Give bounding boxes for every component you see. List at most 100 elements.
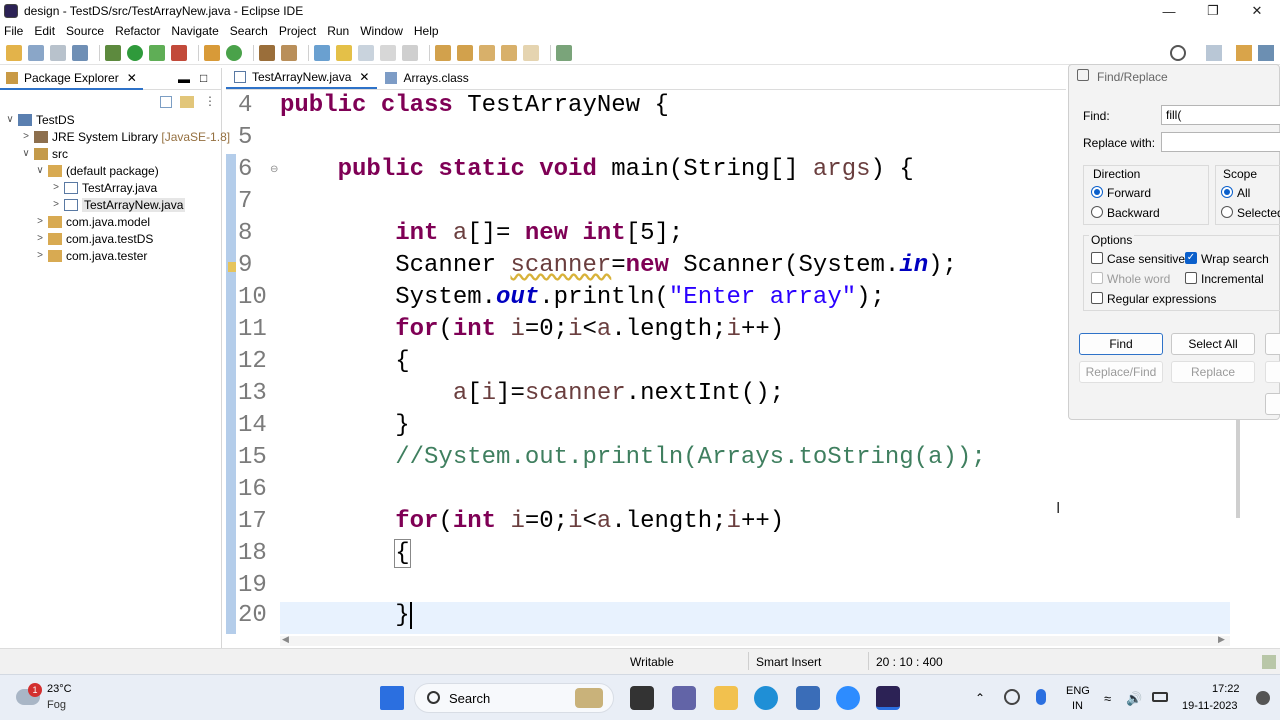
- scroll-left-icon[interactable]: ◀: [282, 634, 289, 645]
- replace-all-button[interactable]: [1265, 333, 1280, 355]
- terminal-icon[interactable]: [72, 44, 88, 61]
- tree-item-src[interactable]: ∨ src: [20, 145, 68, 162]
- close-icon[interactable]: ✕: [359, 70, 369, 84]
- replace-input[interactable]: [1161, 132, 1280, 152]
- last-edit-icon[interactable]: [479, 44, 495, 61]
- select-all-button[interactable]: Select All: [1171, 333, 1255, 355]
- incremental-checkbox[interactable]: [1185, 272, 1197, 284]
- external-tools-icon[interactable]: [171, 44, 187, 61]
- forward-radio[interactable]: [1091, 186, 1103, 198]
- wifi-icon[interactable]: ≈: [1104, 691, 1111, 706]
- whole-word-label[interactable]: Whole word: [1107, 272, 1170, 286]
- clock-date[interactable]: 19-11-2023: [1182, 700, 1237, 712]
- weather-desc[interactable]: Fog: [47, 699, 66, 711]
- scroll-right-icon[interactable]: ▶: [1218, 634, 1225, 645]
- sync-icon[interactable]: [1004, 689, 1020, 705]
- highlight-icon[interactable]: [336, 44, 352, 61]
- backward-radio[interactable]: [1091, 206, 1103, 218]
- paragraph-icon[interactable]: [402, 44, 418, 61]
- previous-annotation-icon[interactable]: [457, 44, 473, 61]
- tree-item-testds[interactable]: ∨ TestDS: [4, 111, 74, 128]
- horizontal-scrollbar[interactable]: ◀ ▶: [280, 634, 1230, 646]
- link-with-editor-icon[interactable]: [180, 96, 194, 108]
- new-java-class-icon[interactable]: [226, 44, 242, 61]
- new-java-package-icon[interactable]: [204, 44, 220, 61]
- close-icon[interactable]: ✕: [127, 71, 137, 85]
- replace-button[interactable]: Replace: [1171, 361, 1255, 383]
- java-perspective-icon[interactable]: [1236, 45, 1252, 61]
- coverage-icon[interactable]: [149, 44, 165, 61]
- scope-selected-label[interactable]: Selected: [1237, 206, 1280, 220]
- case-sensitive-label[interactable]: Case sensitive: [1107, 252, 1185, 266]
- case-sensitive-checkbox[interactable]: [1091, 252, 1103, 264]
- wrap-search-label[interactable]: Wrap search: [1201, 252, 1269, 266]
- replace-more-button[interactable]: [1265, 361, 1280, 383]
- tree-item-com-java-testds[interactable]: > com.java.testDS: [34, 230, 153, 247]
- close-button[interactable]: ✕: [1234, 0, 1280, 22]
- menu-run[interactable]: Run: [327, 24, 349, 38]
- scope-selected-radio[interactable]: [1221, 206, 1233, 218]
- edge-icon[interactable]: [754, 686, 778, 710]
- tree-item-com-java-model[interactable]: > com.java.model: [34, 213, 150, 230]
- menu-search[interactable]: Search: [230, 24, 268, 38]
- teams-icon[interactable]: [672, 686, 696, 710]
- collapse-all-icon[interactable]: [160, 96, 172, 108]
- tree-item-jre[interactable]: > JRE System Library [JavaSE-1.8]: [20, 128, 230, 145]
- save-icon[interactable]: [28, 44, 44, 61]
- menu-project[interactable]: Project: [279, 24, 316, 38]
- volume-icon[interactable]: 🔊: [1126, 691, 1142, 707]
- notification-icon[interactable]: [1256, 691, 1270, 705]
- incremental-label[interactable]: Incremental: [1201, 272, 1264, 286]
- language-line2[interactable]: IN: [1072, 700, 1083, 712]
- back-icon[interactable]: [501, 44, 517, 61]
- microphone-icon[interactable]: [1036, 689, 1046, 705]
- pin-editor-icon[interactable]: [556, 44, 572, 61]
- show-hidden-icons[interactable]: ⌃: [975, 691, 985, 705]
- battery-icon[interactable]: [1152, 692, 1168, 702]
- debug-perspective-icon[interactable]: [1258, 45, 1274, 61]
- find-input[interactable]: [1161, 105, 1280, 125]
- maximize-view-icon[interactable]: □: [200, 71, 207, 85]
- maximize-button[interactable]: ❐: [1190, 0, 1236, 22]
- tree-item-com-java-tester[interactable]: > com.java.tester: [34, 247, 147, 264]
- language-line1[interactable]: ENG: [1066, 685, 1090, 697]
- scope-all-label[interactable]: All: [1237, 186, 1250, 200]
- tab-testarraynew[interactable]: TestArrayNew.java ✕: [226, 67, 378, 89]
- view-menu-icon[interactable]: ⋮: [204, 94, 216, 108]
- menu-edit[interactable]: Edit: [34, 24, 55, 38]
- progress-icon[interactable]: [1262, 655, 1276, 669]
- weather-temp[interactable]: 23°C: [47, 683, 72, 695]
- menu-refactor[interactable]: Refactor: [115, 24, 160, 38]
- tab-package-explorer[interactable]: Package Explorer ✕: [0, 67, 143, 90]
- zoom-icon[interactable]: [836, 686, 860, 710]
- tree-item-default-package[interactable]: ∨ (default package): [34, 162, 158, 179]
- run-icon[interactable]: [127, 44, 143, 61]
- clock-time[interactable]: 17:22: [1212, 683, 1240, 695]
- menu-source[interactable]: Source: [66, 24, 104, 38]
- menu-navigate[interactable]: Navigate: [171, 24, 218, 38]
- find-button[interactable]: Find: [1079, 333, 1163, 355]
- minimize-view-icon[interactable]: ▬: [178, 72, 190, 86]
- tree-item-testarray[interactable]: > TestArray.java: [50, 179, 157, 196]
- scope-all-radio[interactable]: [1221, 186, 1233, 198]
- menu-window[interactable]: Window: [360, 24, 403, 38]
- search-box[interactable]: Search: [414, 683, 614, 713]
- vertical-scrollbar-thumb[interactable]: [1236, 420, 1240, 518]
- search-tool-icon[interactable]: [281, 44, 297, 61]
- close-dialog-button[interactable]: [1265, 393, 1280, 415]
- warning-icon[interactable]: [228, 262, 236, 272]
- notepad-icon[interactable]: [796, 686, 820, 710]
- tab-arrays-class[interactable]: Arrays.class: [377, 67, 476, 89]
- task-view-icon[interactable]: [630, 686, 654, 710]
- toggle-mark-icon[interactable]: [314, 44, 330, 61]
- open-type-icon[interactable]: [259, 44, 275, 61]
- new-icon[interactable]: [6, 44, 22, 61]
- search-icon[interactable]: [1170, 45, 1186, 61]
- block-selection-icon[interactable]: [358, 44, 374, 61]
- fold-icon[interactable]: ⊖: [270, 164, 278, 175]
- wrap-search-checkbox[interactable]: ✓: [1185, 252, 1197, 264]
- eclipse-taskbar-icon[interactable]: [876, 686, 900, 710]
- whole-word-checkbox[interactable]: [1091, 272, 1103, 284]
- debug-icon[interactable]: [105, 44, 121, 61]
- menu-file[interactable]: File: [4, 24, 23, 38]
